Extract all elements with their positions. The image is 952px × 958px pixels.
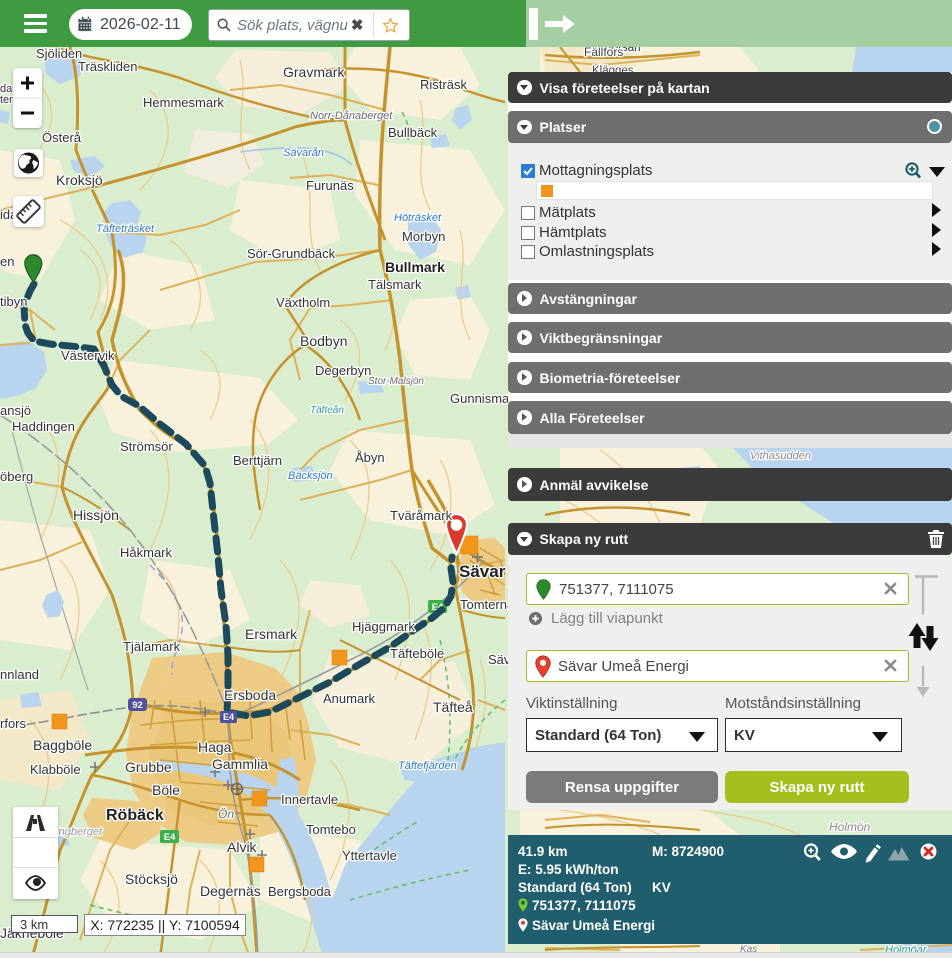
svg-text:Stor-Malsjön: Stor-Malsjön (368, 376, 424, 387)
svg-text:Strömsör: Strömsör (120, 439, 173, 454)
svg-text:Åbyn: Åbyn (355, 450, 385, 465)
svg-text:Tjälamark: Tjälamark (123, 639, 181, 654)
svg-text:Haga: Haga (198, 739, 232, 755)
svg-text:Ön: Ön (218, 807, 234, 821)
svg-text:Täfteträsket: Täfteträsket (96, 223, 155, 235)
svg-text:Hissjön: Hissjön (73, 507, 119, 523)
svg-text:Anumark: Anumark (323, 691, 376, 706)
svg-text:Österå: Österå (42, 130, 82, 145)
svg-text:Hemmesmark: Hemmesmark (143, 95, 224, 110)
svg-text:Fällfors: Fällfors (584, 45, 623, 59)
svg-text:Stöcksjö: Stöcksjö (125, 871, 178, 887)
svg-text:Alvik: Alvik (227, 839, 258, 855)
svg-text:Tomtebo: Tomtebo (306, 822, 356, 837)
svg-text:en: en (0, 254, 14, 269)
svg-text:Böle: Böle (152, 782, 180, 798)
svg-text:nnland: nnland (0, 667, 39, 682)
svg-text:Täfteån: Täfteån (310, 404, 344, 416)
svg-text:Tväråmark: Tväråmark (390, 508, 453, 523)
svg-text:Bodbyn: Bodbyn (300, 333, 347, 349)
svg-text:Gammlia: Gammlia (212, 756, 268, 772)
svg-text:Bergsboda: Bergsboda (268, 884, 332, 899)
svg-text:ter: ter (0, 94, 13, 106)
svg-text:Innertavle: Innertavle (281, 792, 338, 807)
svg-text:Sävar: Sävar (459, 562, 506, 581)
svg-text:Täfteå: Täfteå (433, 699, 473, 715)
svg-text:Bullbäck: Bullbäck (388, 125, 438, 140)
svg-text:Risträsk: Risträsk (420, 77, 467, 92)
svg-text:Degerbyn: Degerbyn (315, 363, 371, 378)
svg-text:Sjöliden: Sjöliden (36, 46, 82, 61)
svg-text:rfors: rfors (0, 716, 27, 731)
svg-text:92: 92 (132, 700, 143, 711)
svg-text:Ersmark: Ersmark (245, 626, 298, 642)
svg-text:Växtholm: Växtholm (276, 295, 330, 310)
svg-text:Baggböle: Baggböle (33, 737, 92, 753)
svg-text:Tomterna: Tomterna (460, 597, 515, 612)
svg-text:Haddingen: Haddingen (12, 419, 75, 434)
svg-text:Berttjärn: Berttjärn (233, 453, 282, 468)
svg-text:Täfteböle: Täfteböle (390, 646, 444, 661)
svg-text:Norr-Dånaberget: Norr-Dånaberget (310, 110, 393, 122)
svg-text:Täftefjärden: Täftefjärden (398, 760, 457, 772)
svg-text:Höträsket: Höträsket (394, 212, 442, 224)
svg-text:Gravmark: Gravmark (283, 64, 345, 80)
svg-text:Bullmark: Bullmark (385, 259, 445, 275)
svg-text:Degernäs: Degernäs (200, 883, 261, 899)
svg-text:Hjäggmark: Hjäggmark (352, 619, 415, 634)
svg-text:Vithasudden: Vithasudden (750, 450, 811, 462)
svg-text:Holmön: Holmön (829, 820, 871, 834)
svg-text:Kroksjö: Kroksjö (56, 172, 103, 188)
svg-text:tibyn: tibyn (0, 294, 27, 309)
svg-text:Träskliden: Träskliden (78, 59, 137, 74)
svg-text:ansjö: ansjö (0, 403, 31, 418)
svg-text:E4: E4 (164, 832, 176, 843)
svg-text:Röbäck: Röbäck (106, 807, 164, 824)
svg-text:E4: E4 (223, 712, 234, 722)
svg-text:Sävarån: Sävarån (283, 147, 324, 159)
svg-text:Klabböle: Klabböle (30, 762, 81, 777)
svg-text:Ersboda: Ersboda (224, 687, 276, 703)
svg-text:öberg: öberg (0, 469, 33, 484)
svg-text:Yttertavle: Yttertavle (342, 848, 397, 863)
svg-text:Furunäs: Furunäs (306, 178, 354, 193)
svg-text:Sör-Grundbäck: Sör-Grundbäck (247, 246, 336, 261)
svg-text:Bäcksjön: Bäcksjön (288, 470, 333, 482)
svg-text:Tälsmark: Tälsmark (368, 277, 422, 292)
svg-text:Västervik: Västervik (61, 348, 115, 363)
svg-text:Håkmark: Håkmark (120, 545, 173, 560)
svg-text:Morbyn: Morbyn (402, 229, 445, 244)
svg-text:Grubbe: Grubbe (125, 759, 172, 775)
